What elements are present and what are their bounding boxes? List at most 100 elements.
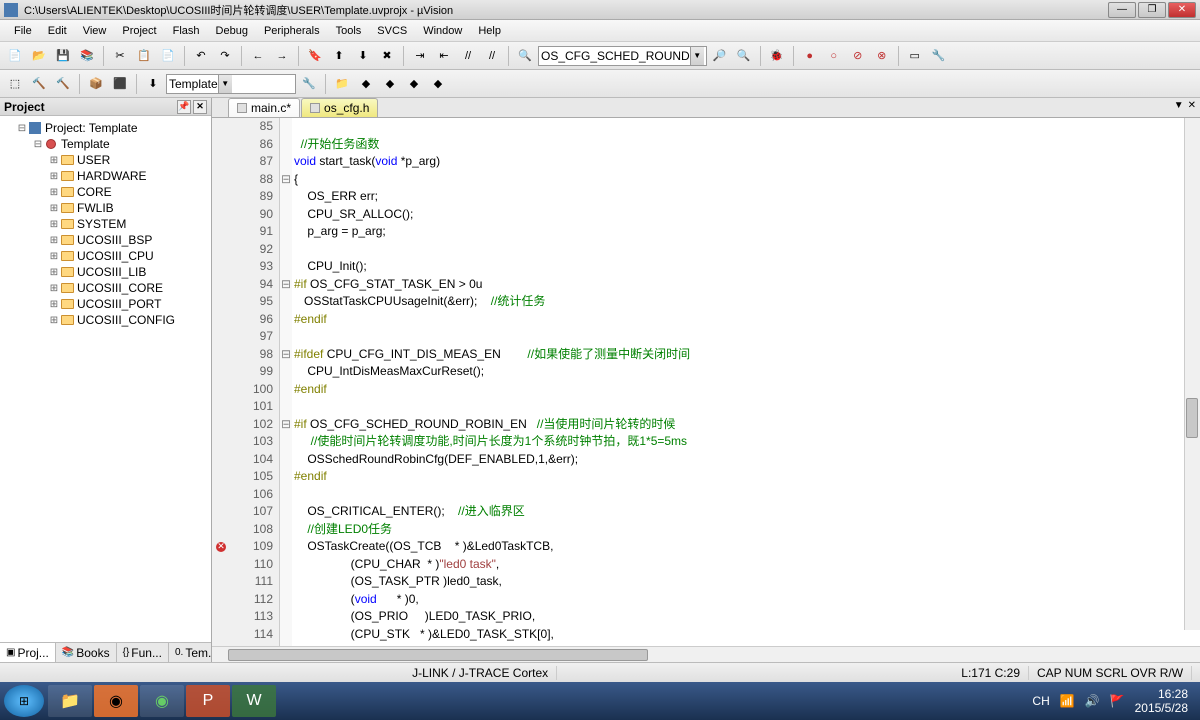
batch-build-button[interactable]: 📦 (85, 73, 107, 95)
tray-volume-icon[interactable]: 🔊 (1085, 694, 1100, 708)
menu-tools[interactable]: Tools (328, 23, 370, 39)
start-button[interactable]: ⊞ (4, 685, 44, 717)
menu-flash[interactable]: Flash (165, 23, 208, 39)
menu-peripherals[interactable]: Peripherals (256, 23, 328, 39)
menu-project[interactable]: Project (114, 23, 164, 39)
incremental-find-button[interactable]: 🔍 (733, 45, 755, 67)
redo-button[interactable]: ↷ (214, 45, 236, 67)
chevron-down-icon[interactable]: ▼ (218, 75, 232, 93)
close-button[interactable]: ✕ (1168, 2, 1196, 18)
copy-button[interactable]: 📋 (133, 45, 155, 67)
cut-button[interactable]: ✂ (109, 45, 131, 67)
outdent-button[interactable]: ⇤ (433, 45, 455, 67)
new-button[interactable]: 📄 (4, 45, 26, 67)
options-button[interactable]: 🔧 (298, 73, 320, 95)
tray-clock[interactable]: 16:28 2015/5/28 (1135, 687, 1188, 716)
vertical-scrollbar[interactable] (1184, 118, 1200, 630)
comment-button[interactable]: // (457, 45, 479, 67)
manage-rte-button[interactable]: ◆ (355, 73, 377, 95)
indent-button[interactable]: ⇥ (409, 45, 431, 67)
minimize-button[interactable]: — (1108, 2, 1136, 18)
find-in-files-button[interactable]: 🔎 (709, 45, 731, 67)
task-word[interactable]: W (232, 685, 276, 717)
nav-forward-button[interactable]: → (271, 45, 293, 67)
tray-flag-icon[interactable]: 🚩 (1110, 694, 1125, 708)
stop-build-button[interactable]: ⬛ (109, 73, 131, 95)
horizontal-scrollbar[interactable] (212, 646, 1200, 662)
menu-svcs[interactable]: SVCS (369, 23, 415, 39)
tree-folder[interactable]: ⊞FWLIB (2, 200, 209, 216)
tree-folder[interactable]: ⊞UCOSIII_CORE (2, 280, 209, 296)
tab-dropdown-button[interactable]: ▼ (1174, 100, 1184, 111)
breakpoint-disable-button[interactable]: ⊘ (847, 45, 869, 67)
uncomment-button[interactable]: // (481, 45, 503, 67)
undo-button[interactable]: ↶ (190, 45, 212, 67)
tree-folder[interactable]: ⊞HARDWARE (2, 168, 209, 184)
save-all-button[interactable]: 📚 (76, 45, 98, 67)
download-button[interactable]: ⬇ (142, 73, 164, 95)
code-content[interactable]: //开始任务函数void start_task(void *p_arg){ OS… (292, 118, 1200, 646)
bookmark-button[interactable]: 🔖 (304, 45, 326, 67)
tree-root[interactable]: ⊟ Project: Template (2, 120, 209, 136)
menu-file[interactable]: File (6, 23, 40, 39)
tree-folder[interactable]: ⊞SYSTEM (2, 216, 209, 232)
tree-folder[interactable]: ⊞UCOSIII_CONFIG (2, 312, 209, 328)
tree-folder[interactable]: ⊞UCOSIII_LIB (2, 264, 209, 280)
chevron-down-icon[interactable]: ▼ (690, 47, 704, 65)
code-area[interactable]: ✕ 85868788899091929394959697989910010110… (212, 118, 1200, 646)
save-button[interactable]: 💾 (52, 45, 74, 67)
task-app1[interactable]: ◉ (140, 685, 184, 717)
maximize-button[interactable]: ❐ (1138, 2, 1166, 18)
tab-functions[interactable]: {} Fun... (117, 643, 169, 662)
scrollbar-thumb[interactable] (228, 649, 648, 661)
select-packs-button[interactable]: ◆ (379, 73, 401, 95)
breakpoint-button[interactable]: ● (799, 45, 821, 67)
pack-install-button[interactable]: ◆ (403, 73, 425, 95)
tray-ime[interactable]: CH (1032, 694, 1049, 708)
target-select[interactable]: Template ▼ (166, 74, 296, 94)
task-explorer[interactable]: 📁 (48, 685, 92, 717)
configure-button[interactable]: 🔧 (928, 45, 950, 67)
tree-folder[interactable]: ⊞UCOSIII_CPU (2, 248, 209, 264)
tab-books[interactable]: 📚 Books (56, 643, 117, 662)
menu-window[interactable]: Window (415, 23, 470, 39)
panel-pin-button[interactable]: 📌 (177, 100, 191, 114)
tree-folder[interactable]: ⊞UCOSIII_BSP (2, 232, 209, 248)
breakpoint-enable-button[interactable]: ○ (823, 45, 845, 67)
tab-project[interactable]: ▣ Proj... (0, 643, 56, 662)
scrollbar-thumb[interactable] (1186, 398, 1198, 438)
project-tree[interactable]: ⊟ Project: Template ⊟ Template ⊞USER⊞HAR… (0, 116, 211, 642)
breakpoint-kill-button[interactable]: ⊗ (871, 45, 893, 67)
translate-button[interactable]: ⬚ (4, 73, 26, 95)
debug-button[interactable]: 🐞 (766, 45, 788, 67)
tree-folder[interactable]: ⊞CORE (2, 184, 209, 200)
bookmark-clear-button[interactable]: ✖ (376, 45, 398, 67)
manage-button[interactable]: 📁 (331, 73, 353, 95)
pack-runtime-button[interactable]: ◆ (427, 73, 449, 95)
window-button[interactable]: ▭ (904, 45, 926, 67)
tab-main-c[interactable]: main.c* (228, 98, 300, 117)
bookmark-next-button[interactable]: ⬇ (352, 45, 374, 67)
task-powerpoint[interactable]: P (186, 685, 230, 717)
menu-debug[interactable]: Debug (208, 23, 256, 39)
menu-edit[interactable]: Edit (40, 23, 75, 39)
tab-os-cfg-h[interactable]: os_cfg.h (301, 98, 378, 117)
menu-help[interactable]: Help (470, 23, 509, 39)
nav-back-button[interactable]: ← (247, 45, 269, 67)
paste-button[interactable]: 📄 (157, 45, 179, 67)
menu-view[interactable]: View (75, 23, 115, 39)
open-button[interactable]: 📂 (28, 45, 50, 67)
build-button[interactable]: 🔨 (28, 73, 50, 95)
tree-folder[interactable]: ⊞UCOSIII_PORT (2, 296, 209, 312)
bookmark-prev-button[interactable]: ⬆ (328, 45, 350, 67)
task-pdf[interactable]: ◉ (94, 685, 138, 717)
system-tray[interactable]: CH 📶 🔊 🚩 16:28 2015/5/28 (1032, 687, 1196, 716)
find-button[interactable]: 🔍 (514, 45, 536, 67)
rebuild-button[interactable]: 🔨 (52, 73, 74, 95)
tree-folder[interactable]: ⊞USER (2, 152, 209, 168)
panel-close-button[interactable]: ✕ (193, 100, 207, 114)
tray-wifi-icon[interactable]: 📶 (1060, 694, 1075, 708)
tree-target[interactable]: ⊟ Template (2, 136, 209, 152)
find-combo[interactable]: OS_CFG_SCHED_ROUND ▼ (538, 46, 707, 66)
tab-close-button[interactable]: ✕ (1188, 100, 1196, 111)
